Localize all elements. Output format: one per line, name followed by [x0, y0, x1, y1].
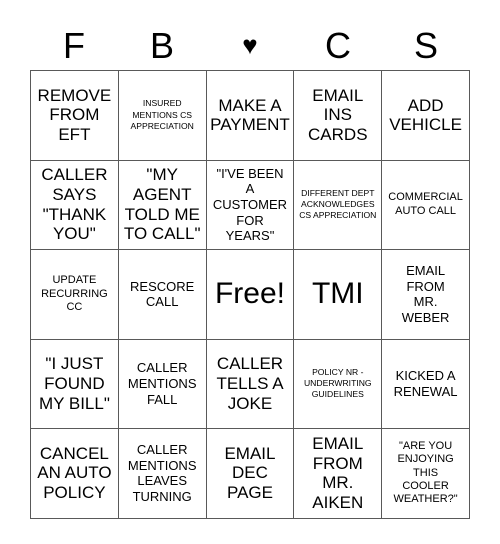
bingo-cell-r4-c1[interactable]: "I JUST FOUND MY BILL" — [31, 339, 119, 429]
bingo-cell-r5-c2[interactable]: CALLER MENTIONS LEAVES TURNING — [118, 429, 207, 519]
bingo-cell-r4-c4[interactable]: POLICY NR - UNDERWRITING GUIDELINES — [294, 339, 383, 429]
bingo-cell-r3-c2[interactable]: RESCORE CALL — [118, 250, 207, 340]
bingo-cell-label: TMI — [311, 277, 364, 311]
bingo-card: F B ♥ C S REMOVE FROM EFT INSURED MENTIONS CS… — [30, 22, 470, 519]
bingo-header-letter-3: C — [325, 25, 351, 66]
bingo-cell-label: "ARE YOU ENJOYING THIS COOLER WEATHER?" — [393, 439, 458, 506]
bingo-cell-label: "MY AGENT TOLD ME TO CALL" — [123, 165, 201, 244]
bingo-cell-r4-c2[interactable]: CALLER MENTIONS FALL — [118, 339, 207, 429]
bingo-cell-label: CANCEL AN AUTO POLICY — [37, 443, 112, 503]
bingo-cell-label: REMOVE FROM EFT — [37, 85, 112, 145]
bingo-cell-r4-c3[interactable]: CALLER TELLS A JOKE — [206, 339, 295, 429]
bingo-cell-r4-c5[interactable]: KICKED A RENEWAL — [382, 339, 470, 429]
bingo-cell-label: CALLER MENTIONS LEAVES TURNING — [127, 442, 197, 504]
bingo-cell-r1-c5[interactable]: ADD VEHICLE — [382, 71, 470, 161]
bingo-cell-label: MAKE A PAYMENT — [210, 95, 290, 135]
bingo-cell-label: EMAIL FROM MR. AIKEN — [312, 433, 364, 512]
bingo-cell-r1-c4[interactable]: EMAIL INS CARDS — [294, 71, 383, 161]
bingo-cell-label: KICKED A RENEWAL — [393, 368, 458, 399]
bingo-row: "I JUST FOUND MY BILL" CALLER MENTIONS FA… — [31, 339, 470, 429]
bingo-cell-r5-c5[interactable]: "ARE YOU ENJOYING THIS COOLER WEATHER?" — [382, 429, 470, 519]
bingo-cell-r1-c3[interactable]: MAKE A PAYMENT — [206, 71, 295, 161]
bingo-cell-label: CALLER SAYS "THANK YOU" — [41, 165, 108, 244]
bingo-cell-label: UPDATE RECURRING CC — [41, 274, 108, 313]
bingo-grid: REMOVE FROM EFT INSURED MENTIONS CS APPRE… — [30, 70, 470, 519]
bingo-row: UPDATE RECURRING CC RESCORE CALL Free! TMI E… — [31, 250, 470, 340]
bingo-cell-label: CALLER TELLS A JOKE — [216, 354, 284, 413]
bingo-cell-label: INSURED MENTIONS CS APPRECIATION — [130, 98, 194, 131]
bingo-cell-label: RESCORE CALL — [130, 278, 195, 310]
bingo-cell-label: EMAIL DEC PAGE — [224, 443, 276, 503]
bingo-header-letter-0: F — [63, 25, 85, 66]
bingo-row: CANCEL AN AUTO POLICY CALLER MENTIONS LEA… — [31, 429, 470, 519]
bingo-cell-r3-c1[interactable]: UPDATE RECURRING CC — [31, 250, 119, 340]
bingo-header-letter-1: B — [149, 25, 174, 66]
bingo-cell-label: CALLER MENTIONS FALL — [127, 360, 197, 407]
bingo-cell-label: ADD VEHICLE — [389, 95, 462, 135]
heart-icon: ♥ — [242, 30, 258, 60]
bingo-header-row: F B ♥ C S — [30, 22, 470, 70]
bingo-cell-r5-c3[interactable]: EMAIL DEC PAGE — [206, 429, 295, 519]
bingo-cell-r2-c4[interactable]: DIFFERENT DEPT ACKNOWLEDGES CS APPRECIAT… — [294, 160, 383, 250]
bingo-cell-label: POLICY NR - UNDERWRITING GUIDELINES — [303, 366, 372, 400]
bingo-row: REMOVE FROM EFT INSURED MENTIONS CS APPRE… — [31, 71, 470, 161]
bingo-cell-r1-c2[interactable]: INSURED MENTIONS CS APPRECIATION — [118, 71, 207, 161]
bingo-cell-label: "I'VE BEEN A CUSTOMER FOR YEARS" — [212, 165, 288, 244]
bingo-cell-label: DIFFERENT DEPT ACKNOWLEDGES CS APPRECIAT… — [299, 187, 377, 221]
bingo-cell-r3-c5[interactable]: EMAIL FROM MR. WEBER — [382, 250, 470, 340]
bingo-cell-r2-c2[interactable]: "MY AGENT TOLD ME TO CALL" — [118, 160, 207, 250]
bingo-cell-r3-c4[interactable]: TMI — [294, 250, 383, 340]
bingo-cell-label: "I JUST FOUND MY BILL" — [38, 354, 110, 413]
bingo-cell-r2-c3[interactable]: "I'VE BEEN A CUSTOMER FOR YEARS" — [206, 160, 295, 250]
bingo-cell-label: COMMERCIAL AUTO CALL — [388, 191, 463, 217]
bingo-header-letter-4: S — [413, 25, 438, 66]
bingo-cell-r1-c1[interactable]: REMOVE FROM EFT — [31, 71, 119, 161]
bingo-cell-label: Free! — [214, 277, 285, 311]
bingo-row: CALLER SAYS "THANK YOU" "MY AGENT TOLD ME… — [31, 160, 470, 250]
bingo-free-cell[interactable]: Free! — [206, 250, 295, 340]
bingo-cell-r2-c1[interactable]: CALLER SAYS "THANK YOU" — [31, 160, 119, 250]
bingo-cell-label: EMAIL INS CARDS — [308, 85, 368, 145]
bingo-cell-label: EMAIL FROM MR. WEBER — [401, 263, 450, 325]
bingo-cell-r5-c1[interactable]: CANCEL AN AUTO POLICY — [31, 429, 119, 519]
bingo-cell-r2-c5[interactable]: COMMERCIAL AUTO CALL — [382, 160, 470, 250]
bingo-cell-r5-c4[interactable]: EMAIL FROM MR. AIKEN — [294, 429, 383, 519]
